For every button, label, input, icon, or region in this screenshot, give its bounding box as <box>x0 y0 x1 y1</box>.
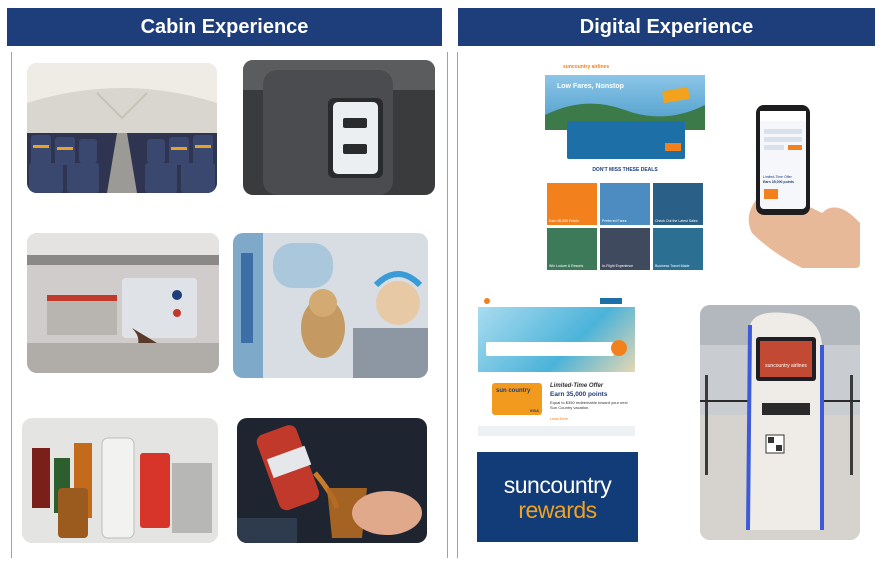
website-search-button[interactable] <box>665 143 681 151</box>
rewards-logo-line2: rewards <box>518 497 597 523</box>
website-tile-1-label: Earn 35,000 Points <box>549 219 579 223</box>
kiosk-screen-brand: suncountry airlines <box>765 363 807 369</box>
offer-nav-button[interactable] <box>600 298 622 304</box>
website-tile-1[interactable]: Earn 35,000 Points <box>547 183 597 225</box>
phone-offer-text: Earn 35,000 points <box>763 180 794 184</box>
website-tile-4-label: Win Lodure & Resorts <box>549 264 584 268</box>
center-divider-left <box>447 52 448 558</box>
pouring-drink-photo <box>237 418 427 543</box>
website-tile-3-label: Check Out the Latest Sales <box>655 219 698 223</box>
offer-credit-card: sun country VISA <box>492 383 542 415</box>
offer-learn-more-link[interactable]: Learn More <box>550 417 568 421</box>
child-watching-screen-photo <box>233 233 428 378</box>
website-homepage-screenshot: suncountry airlines Low Fares, Nonstop D… <box>545 61 705 277</box>
left-border <box>11 52 12 558</box>
rewards-logo-line1: suncountry <box>503 472 612 498</box>
website-tile-6-label: Business Travel Made <box>655 264 690 268</box>
offer-headline: Earn 35,000 points <box>550 391 608 398</box>
cabin-interior-photo <box>27 63 217 193</box>
website-tile-2-label: Preferred Fares <box>602 219 627 223</box>
offer-card-network: VISA <box>529 408 539 413</box>
check-in-kiosk-photo: suncountry airlines <box>700 305 860 540</box>
offer-hero <box>478 307 635 372</box>
website-hero-text: Low Fares, Nonstop <box>557 83 624 90</box>
website-tile-4[interactable]: Win Lodure & Resorts <box>547 228 597 270</box>
digital-experience-title: Digital Experience <box>579 15 754 38</box>
offer-search-button[interactable] <box>611 340 627 356</box>
cabin-experience-banner: Cabin Experience <box>7 8 442 46</box>
website-logo: suncountry airlines <box>563 64 610 70</box>
phone-offer-title: Limited-Time Offer <box>763 175 792 179</box>
offer-body: Equal to $350 redeemable toward your nex… <box>550 400 628 410</box>
usb-charging-port-photo <box>243 60 435 195</box>
offer-title: Limited-Time Offer <box>550 383 604 389</box>
website-tile-5-label: In-Flight Experience <box>602 264 634 268</box>
offer-search-bar[interactable] <box>486 342 614 356</box>
beverage-cart-photo <box>22 418 218 543</box>
website-tile-6[interactable]: Business Travel Made <box>653 228 703 270</box>
website-tile-5[interactable]: In-Flight Experience <box>600 228 650 270</box>
website-tile-3[interactable]: Check Out the Latest Sales <box>653 183 703 225</box>
offer-footer-bar <box>478 426 635 436</box>
website-header: suncountry airlines <box>545 61 705 76</box>
offer-logo-icon <box>484 298 490 304</box>
sun-country-rewards-logo: suncountry rewards <box>477 452 638 542</box>
mobile-app-photo: Limited-Time Offer Earn 35,000 points <box>742 103 860 268</box>
inflight-wifi-device-photo <box>27 233 219 373</box>
digital-experience-banner: Digital Experience <box>458 8 875 46</box>
offer-card-brand: sun country <box>496 388 531 394</box>
center-divider-right <box>457 52 458 558</box>
website-booking-widget <box>567 121 685 159</box>
website-deals-heading: DON'T MISS THESE DEALS <box>592 167 658 173</box>
cabin-experience-title: Cabin Experience <box>140 15 309 38</box>
website-tile-2[interactable]: Preferred Fares <box>600 183 650 225</box>
rewards-offer-webpage: sun country VISA Limited-Time Offer Earn… <box>478 295 635 440</box>
